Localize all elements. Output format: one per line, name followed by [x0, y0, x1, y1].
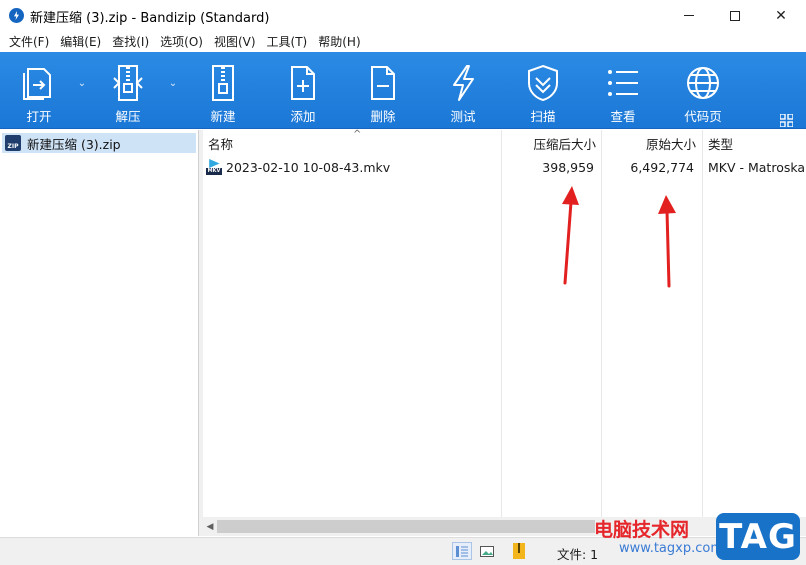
- toolbar: 打开 ⌄ 解压 ⌄ 新建 添加 删除 测试 扫描 查看 代码页: [0, 52, 806, 129]
- column-name-label: 名称: [208, 137, 234, 152]
- menu-help[interactable]: 帮助(H): [313, 33, 365, 50]
- test-icon: [443, 64, 483, 102]
- window-title: 新建压缩 (3).zip - Bandizip (Standard): [30, 11, 270, 26]
- archive-zipper-icon: [513, 543, 525, 559]
- minimize-icon: [684, 15, 694, 16]
- extract-icon: [108, 64, 148, 102]
- view-label: 查看: [610, 109, 636, 124]
- extract-button[interactable]: 解压: [106, 52, 150, 129]
- menu-find[interactable]: 查找(I): [107, 33, 154, 50]
- menu-edit[interactable]: 编辑(E): [55, 33, 106, 50]
- archive-info-button[interactable]: [509, 542, 529, 560]
- view-list-icon: [603, 64, 643, 102]
- codepage-label: 代码页: [684, 109, 722, 124]
- add-label: 添加: [290, 109, 316, 124]
- menu-tools[interactable]: 工具(T): [262, 33, 313, 50]
- menu-options[interactable]: 选项(O): [155, 33, 208, 50]
- test-label: 测试: [450, 109, 476, 124]
- minimize-button[interactable]: [666, 0, 712, 31]
- open-dropdown-arrow[interactable]: ⌄: [75, 72, 89, 94]
- details-view-button[interactable]: [452, 542, 472, 560]
- delete-label: 删除: [370, 109, 396, 124]
- file-original-size: 6,492,774: [630, 159, 694, 175]
- new-archive-label: 新建: [210, 109, 236, 124]
- add-file-icon: [283, 64, 323, 102]
- tree-item-label: 新建压缩 (3).zip: [27, 136, 121, 152]
- open-icon: [19, 64, 59, 102]
- codepage-button[interactable]: 代码页: [681, 52, 725, 129]
- column-header-type[interactable]: 类型: [708, 130, 806, 157]
- tree-item-archive-root[interactable]: ZIP 新建压缩 (3).zip: [2, 133, 196, 153]
- scroll-left-icon[interactable]: ◀: [203, 517, 217, 536]
- menu-view[interactable]: 视图(V): [209, 33, 261, 50]
- status-file-count: 文件: 1: [557, 547, 599, 562]
- file-compressed-size: 398,959: [542, 159, 594, 175]
- watermark-site-name: 电脑技术网: [594, 519, 690, 541]
- archive-tree-panel: ZIP 新建压缩 (3).zip: [0, 130, 199, 536]
- column-header-original[interactable]: 原始大小: [601, 130, 696, 157]
- view-button[interactable]: 查看: [601, 52, 645, 129]
- close-button[interactable]: ✕: [758, 0, 804, 31]
- open-label: 打开: [26, 109, 52, 124]
- file-name: 2023-02-10 10-08-43.mkv: [226, 159, 391, 175]
- column-type-label: 类型: [708, 137, 734, 152]
- menu-bar: 文件(F) 编辑(E) 查找(I) 选项(O) 视图(V) 工具(T) 帮助(H…: [0, 31, 806, 52]
- add-button[interactable]: 添加: [281, 52, 325, 129]
- new-archive-icon: [203, 64, 243, 102]
- delete-file-icon: [363, 64, 403, 102]
- bandizip-logo-icon: [9, 8, 24, 23]
- extract-label: 解压: [115, 109, 141, 124]
- site-watermark: 电脑技术网 www.tagxp.com TAG: [594, 512, 806, 565]
- file-list: 名称 ^ 压缩后大小 原始大小 类型 MKV 2023-02-10 10-08-…: [203, 129, 806, 536]
- mkv-video-file-icon: MKV: [206, 159, 222, 175]
- delete-button[interactable]: 删除: [361, 52, 405, 129]
- watermark-url: www.tagxp.com: [619, 541, 723, 556]
- menu-file[interactable]: 文件(F): [4, 33, 54, 50]
- thumbnail-view-icon: [480, 545, 494, 557]
- scrollbar-thumb[interactable]: [217, 520, 595, 533]
- column-header-name[interactable]: 名称 ^: [208, 129, 503, 157]
- file-name-cell: MKV 2023-02-10 10-08-43.mkv: [203, 157, 501, 177]
- watermark-tag-logo: TAG: [716, 513, 800, 560]
- file-row[interactable]: MKV 2023-02-10 10-08-43.mkv 398,959 6,49…: [203, 157, 806, 177]
- column-divider: [702, 130, 703, 517]
- sort-ascending-icon: ^: [353, 129, 362, 140]
- details-view-icon: [456, 545, 468, 557]
- scan-button[interactable]: 扫描: [521, 52, 565, 129]
- title-bar: 新建压缩 (3).zip - Bandizip (Standard) ✕: [0, 0, 806, 31]
- scan-shield-icon: [523, 64, 563, 102]
- thumbnail-view-button[interactable]: [477, 542, 497, 560]
- column-divider: [501, 130, 502, 517]
- new-archive-button[interactable]: 新建: [201, 52, 245, 129]
- file-type: MKV - Matroska: [708, 159, 806, 175]
- layout-grid-toggle[interactable]: [779, 113, 794, 128]
- grid-icon: [779, 113, 794, 128]
- test-button[interactable]: 测试: [441, 52, 485, 129]
- close-icon: ✕: [775, 7, 787, 24]
- extract-dropdown-arrow[interactable]: ⌄: [166, 72, 180, 94]
- column-divider: [601, 130, 602, 517]
- column-original-label: 原始大小: [645, 137, 696, 152]
- scan-label: 扫描: [530, 109, 556, 124]
- column-compressed-label: 压缩后大小: [533, 137, 596, 152]
- column-header-compressed[interactable]: 压缩后大小: [501, 130, 596, 157]
- open-button[interactable]: 打开: [17, 52, 61, 129]
- maximize-button[interactable]: [712, 0, 758, 31]
- maximize-icon: [730, 10, 740, 21]
- zip-archive-icon: ZIP: [5, 135, 21, 151]
- codepage-globe-icon: [683, 64, 723, 102]
